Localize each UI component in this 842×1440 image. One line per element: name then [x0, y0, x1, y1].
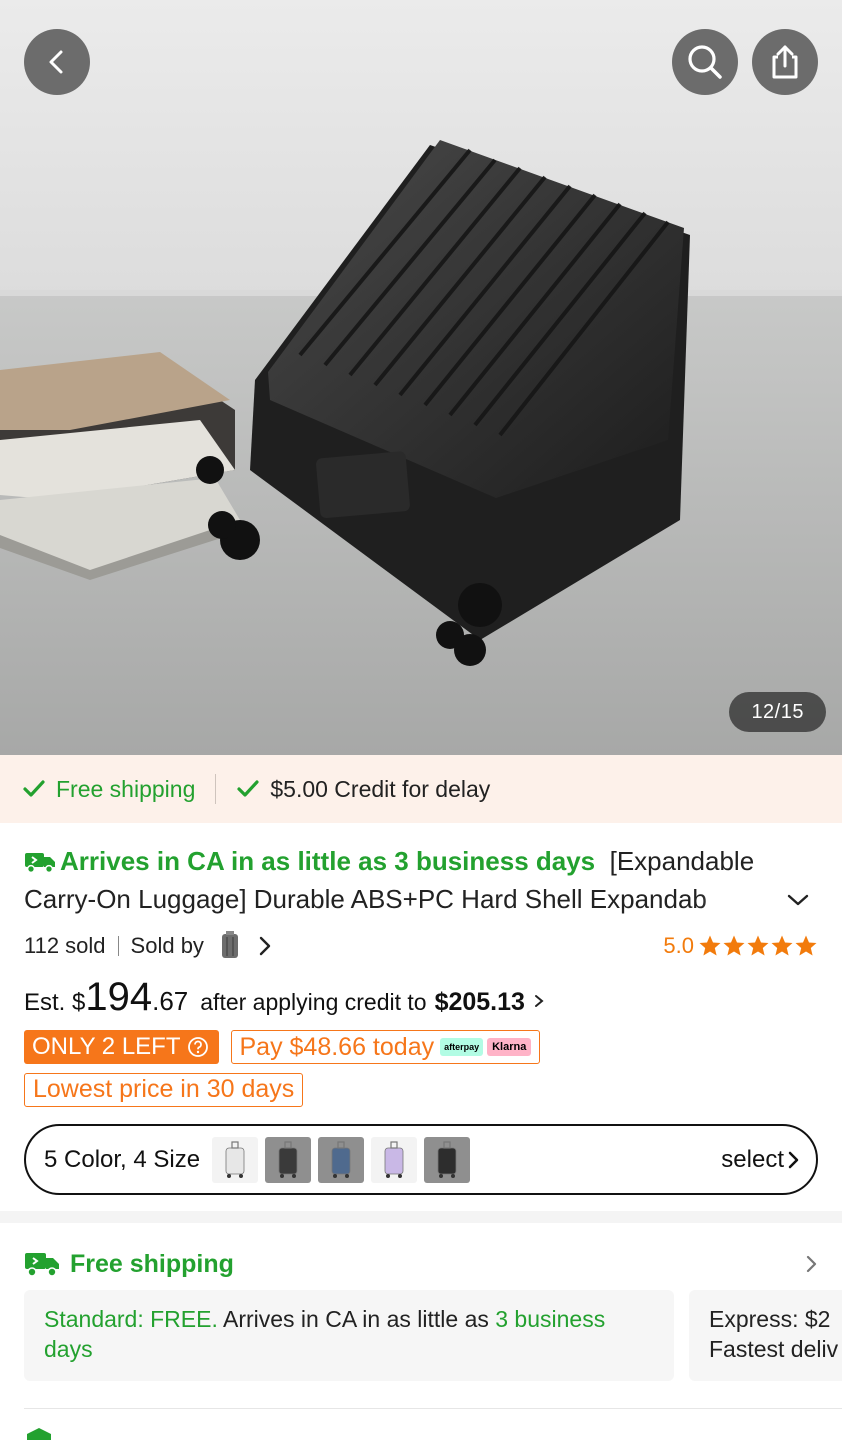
star-icon — [795, 935, 817, 956]
section-gap — [0, 1211, 842, 1223]
suitcase-thumbnail-icon — [225, 1140, 245, 1178]
share-button[interactable] — [752, 29, 818, 95]
check-icon — [237, 780, 259, 797]
sales-meta-row: 112 sold Sold by 5.0 — [24, 928, 818, 964]
variant-thumbnail[interactable] — [265, 1136, 312, 1183]
price-row: Est. $194.67 after applying credit to $2… — [24, 975, 547, 1025]
free-shipping-benefit: Free shipping — [22, 776, 195, 803]
expand-title-chevron-icon[interactable] — [786, 888, 810, 912]
price-cents: .67 — [152, 986, 189, 1016]
chevron-right-icon — [806, 1255, 817, 1273]
rating[interactable]: 5.0 — [663, 933, 818, 959]
after-credit-label: after applying credit to — [200, 989, 427, 1015]
klarna-logo: Klarna — [487, 1038, 532, 1056]
shipping-section-title: Free shipping — [70, 1249, 234, 1278]
lowest-price-badge: Lowest price in 30 days — [24, 1073, 304, 1107]
title-text-part2: Carry-On Luggage] Durable ABS+PC Hard Sh… — [24, 884, 707, 914]
product-image-carousel[interactable]: 12/15 — [0, 0, 842, 755]
back-icon — [49, 50, 63, 74]
fast-delivery-truck-icon — [25, 853, 55, 874]
check-icon — [23, 780, 45, 797]
original-price[interactable]: $205.13 — [435, 988, 525, 1017]
product-page: 12/15 Free shipping $5.00 Credit for del… — [0, 0, 842, 1440]
suitcase-thumbnail-icon — [278, 1140, 298, 1178]
search-icon — [688, 45, 722, 79]
afterpay-logo: afterpay — [440, 1038, 484, 1056]
product-photo — [0, 0, 842, 755]
credit-benefit: $5.00 Credit for delay — [236, 776, 490, 803]
variant-selector[interactable]: 5 Color, 4 Size select — [24, 1124, 818, 1195]
divider — [117, 936, 119, 956]
variant-thumbnails — [212, 1136, 477, 1183]
variant-thumbnail[interactable] — [318, 1136, 365, 1183]
select-label: select — [721, 1145, 784, 1173]
divider — [24, 1408, 842, 1409]
credit-label: $5.00 Credit for delay — [270, 775, 491, 802]
shield-icon — [27, 1428, 51, 1440]
pay-today-label: Pay $48.66 today — [239, 1032, 435, 1061]
chevron-right-icon — [788, 1151, 799, 1168]
variant-summary: 5 Color, 4 Size — [44, 1145, 201, 1173]
suitcase-thumbnail-icon — [437, 1140, 457, 1178]
star-icon — [723, 935, 745, 956]
seller-avatar[interactable] — [218, 931, 242, 961]
stock-badge[interactable]: ONLY 2 LEFT — [24, 1030, 219, 1064]
variant-thumbnail[interactable] — [212, 1136, 259, 1183]
express-shipping-option[interactable]: Express: $2 Fastest deliv — [689, 1290, 842, 1381]
rating-value: 5.0 — [663, 933, 694, 958]
title-text-part1: [Expandable — [609, 846, 755, 876]
benefit-strip: Free shipping $5.00 Credit for delay — [0, 755, 842, 823]
est-prefix: Est. $ — [24, 989, 86, 1016]
standard-label: Standard: FREE. — [44, 1306, 218, 1332]
price-detail-chevron-icon[interactable] — [531, 992, 547, 1010]
share-icon — [772, 45, 798, 79]
star-icon — [699, 935, 721, 956]
sold-count: 112 sold — [24, 933, 106, 958]
variant-thumbnail[interactable] — [424, 1136, 471, 1183]
star-icon — [747, 935, 769, 956]
truck-icon — [25, 1253, 59, 1277]
next-section-peek — [24, 1426, 842, 1440]
sold-by-label: Sold by — [130, 933, 204, 958]
standard-days-end: days — [44, 1336, 93, 1362]
standard-shipping-option[interactable]: Standard: FREE. Arrives in CA in as litt… — [24, 1290, 674, 1381]
badge-row: ONLY 2 LEFT Pay $48.66 today afterpay Kl… — [24, 1030, 541, 1064]
price-dollars: 194 — [85, 975, 153, 1019]
installment-badge[interactable]: Pay $48.66 today afterpay Klarna — [230, 1030, 541, 1064]
divider — [215, 774, 217, 804]
suitcase-thumbnail-icon — [384, 1140, 404, 1178]
express-label: Express: $2 — [709, 1306, 831, 1332]
back-button[interactable] — [24, 29, 90, 95]
search-button[interactable] — [672, 29, 738, 95]
title-line-1: Arrives in CA in as little as 3 business… — [24, 842, 784, 880]
select-button[interactable]: select — [721, 1146, 802, 1174]
stock-badge-label: ONLY 2 LEFT — [32, 1033, 181, 1060]
product-title[interactable]: Arrives in CA in as little as 3 business… — [24, 842, 784, 918]
suitcase-thumbnail-icon — [331, 1140, 351, 1178]
variant-thumbnail[interactable] — [371, 1136, 418, 1183]
star-icon — [771, 935, 793, 956]
arrival-estimate: Arrives in CA in as little as 3 business… — [60, 846, 596, 876]
image-counter: 12/15 — [729, 692, 826, 732]
express-subtext: Fastest deliv — [709, 1336, 839, 1362]
rating-stars — [698, 934, 818, 958]
standard-arrival-text: Arrives in CA in as little as — [222, 1306, 489, 1332]
help-icon[interactable] — [187, 1036, 209, 1058]
free-shipping-label: Free shipping — [56, 775, 196, 802]
seller-chevron-right-icon[interactable] — [256, 935, 274, 957]
standard-days: 3 business — [495, 1306, 606, 1332]
shipping-section-header[interactable]: Free shipping — [24, 1244, 820, 1284]
